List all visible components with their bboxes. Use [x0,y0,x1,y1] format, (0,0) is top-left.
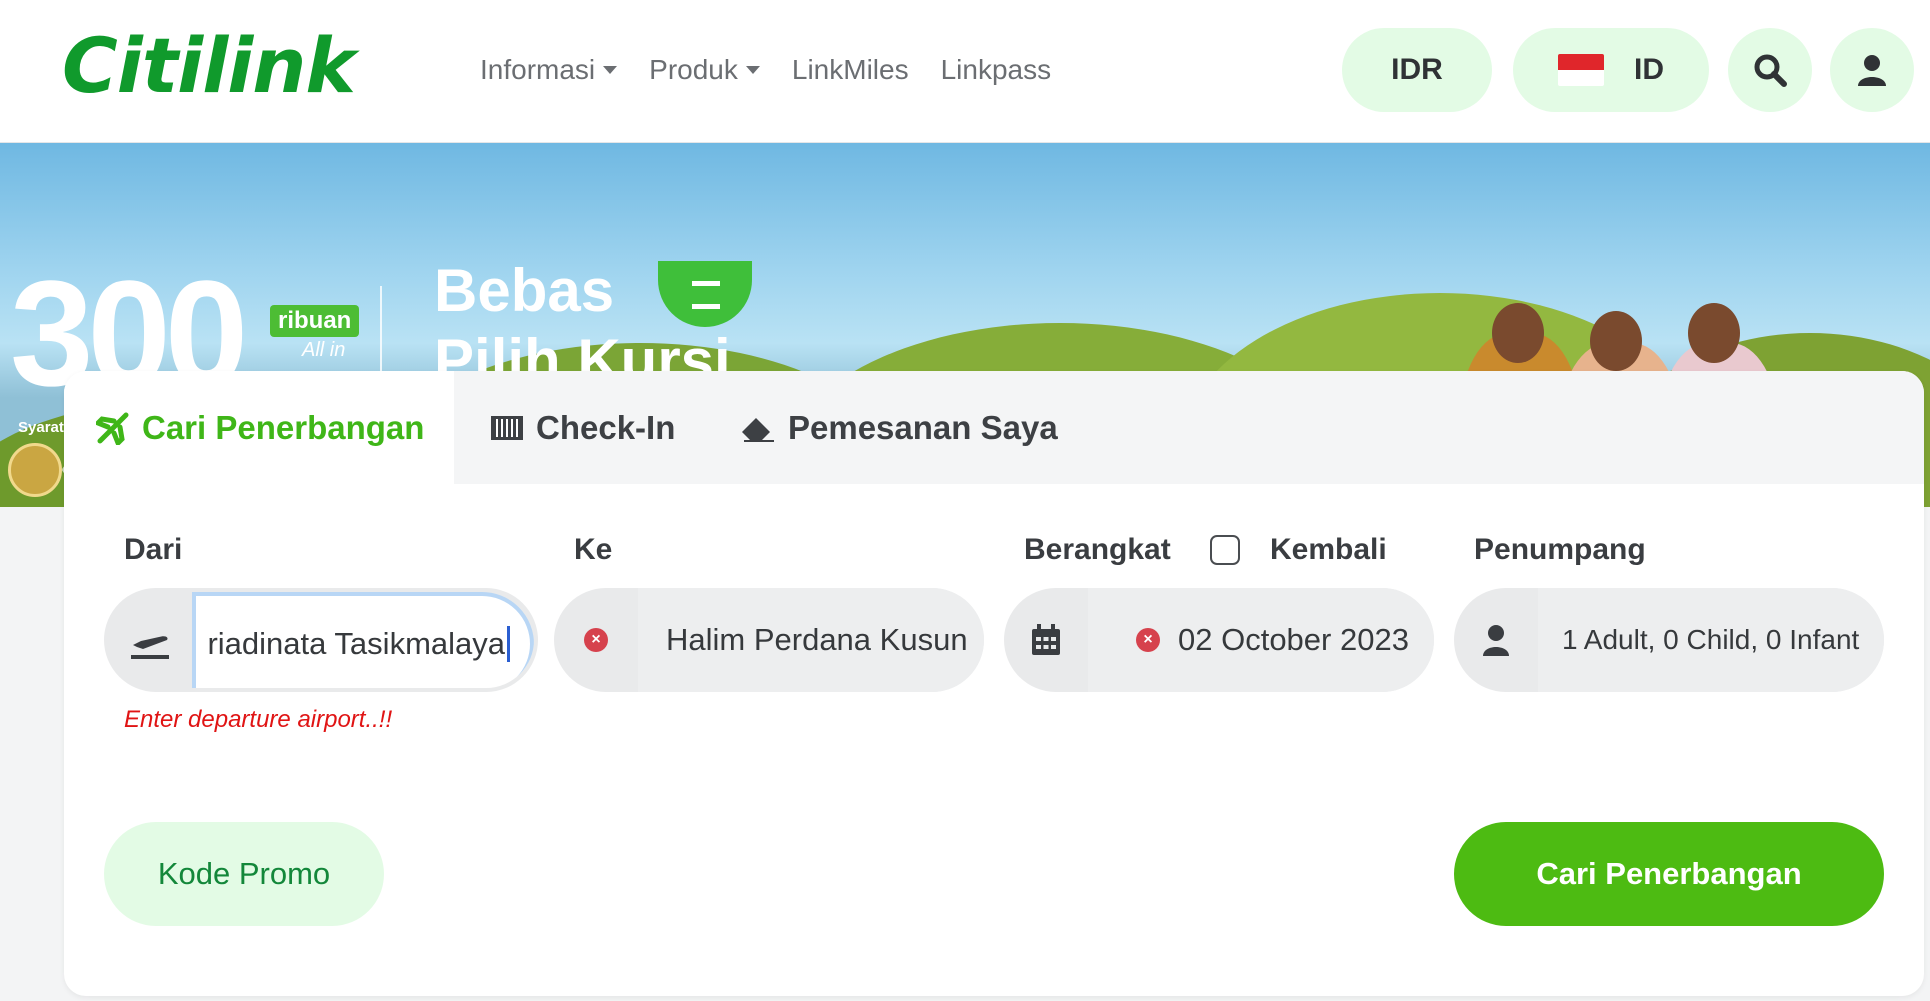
passengers-input[interactable]: 1 Adult, 0 Child, 0 Infant [1538,588,1884,692]
language-label: ID [1634,53,1664,86]
hero-price-note: All in [302,339,346,361]
depart-date-value: 02 October 2023 [1178,622,1409,657]
from-label: Dari [124,533,183,566]
tab-cari-penerbangan[interactable]: Cari Penerbangan [64,371,454,484]
search-button[interactable] [1728,28,1812,112]
nav-produk[interactable]: Produk [649,50,760,90]
depart-date-field[interactable]: × 02 October 2023 [1004,588,1434,692]
passengers-value: 1 Adult, 0 Child, 0 Infant [1562,624,1860,655]
seat-badge-icon [658,261,752,327]
nav-informasi[interactable]: Informasi [480,50,618,90]
nav-informasi-label: Informasi [480,54,596,85]
nav-linkmiles-label: LinkMiles [791,54,909,85]
search-icon [1754,54,1787,87]
return-label: Kembali [1270,533,1387,566]
nav-produk-label: Produk [649,54,738,85]
depart-date-input[interactable]: × 02 October 2023 [1088,588,1434,692]
indonesia-flag-icon [1558,54,1604,86]
tab-cari-penerbangan-label: Cari Penerbangan [142,408,425,446]
plane-icon [96,411,130,445]
citilink-logo[interactable]: Citilink [62,28,356,104]
promo-code-label: Kode Promo [157,856,331,891]
tab-pemesanan-saya[interactable]: Pemesanan Saya [740,371,1058,484]
from-input[interactable]: riadinata Tasikmalaya [192,592,534,688]
promo-code-button[interactable]: Kode Promo [104,822,384,926]
currency-label: IDR [1391,53,1443,86]
from-field[interactable]: riadinata Tasikmalaya [104,588,538,692]
text-cursor [507,626,510,662]
citilink-page: Citilink Informasi Produk LinkMiles Link… [0,0,1930,1001]
account-button[interactable] [1830,28,1914,112]
clear-icon[interactable]: × [1136,628,1160,652]
departure-plane-icon [108,592,192,688]
to-field[interactable]: × Halim Perdana Kusun [554,588,984,692]
passengers-field[interactable]: 1 Adult, 0 Child, 0 Infant [1454,588,1884,692]
from-input-value: riadinata Tasikmalaya [207,626,505,661]
nav-linkmiles[interactable]: LinkMiles [792,50,909,90]
search-tabs: Cari Penerbangan Check-In Pemesanan Saya [64,371,1924,484]
passengers-label: Penumpang [1474,533,1646,566]
depart-label: Berangkat [1024,533,1171,566]
return-checkbox[interactable] [1210,535,1240,565]
tab-check-in[interactable]: Check-In [490,371,675,484]
hero-headline-1: Bebas [434,257,615,324]
tab-check-in-label: Check-In [536,408,676,446]
chevron-down-icon [745,66,760,74]
nav-linkpass[interactable]: Linkpass [941,50,1052,90]
to-label: Ke [574,533,613,566]
nav-linkpass-label: Linkpass [940,54,1052,85]
currency-button[interactable]: IDR [1342,28,1492,112]
search-flights-label: Cari Penerbangan [1536,856,1802,891]
calendar-icon [1004,588,1088,692]
award-emblem-icon [8,443,62,497]
from-error-message: Enter departure airport..!! [124,706,393,733]
main-nav: Informasi Produk LinkMiles Linkpass [480,50,1051,90]
clear-icon: × [584,628,608,652]
tab-pemesanan-saya-label: Pemesanan Saya [788,408,1058,446]
to-input[interactable]: Halim Perdana Kusun [638,588,984,692]
chevron-down-icon [603,66,618,74]
eraser-icon [740,414,776,442]
passenger-user-icon [1454,588,1538,692]
to-input-value: Halim Perdana Kusun [666,622,968,657]
ticket-icon [490,415,524,441]
hero-price-unit: ribuan [270,305,360,337]
site-header: Citilink Informasi Produk LinkMiles Link… [0,0,1930,143]
to-clear-button[interactable]: × [554,588,638,692]
language-button[interactable]: ID [1513,28,1709,112]
user-icon [1858,55,1886,86]
search-flights-button[interactable]: Cari Penerbangan [1454,822,1884,926]
